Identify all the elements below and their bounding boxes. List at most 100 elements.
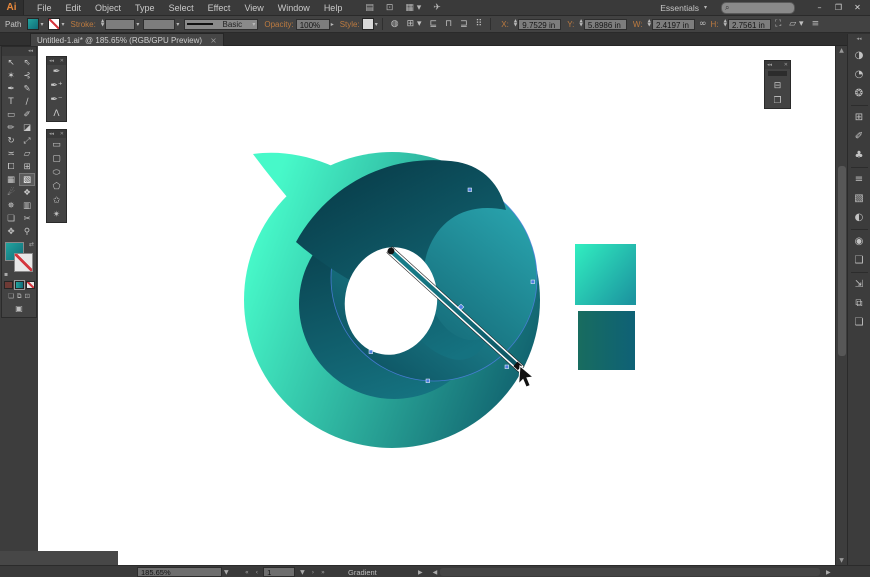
artboard-number-field[interactable]: 1 bbox=[263, 567, 295, 577]
brush-definition-dropdown[interactable]: Basic ▾ bbox=[184, 19, 258, 30]
chevron-right-icon[interactable]: ▸ bbox=[331, 21, 334, 28]
brushes-panel-icon[interactable]: ✐ bbox=[849, 127, 870, 146]
tab-close-icon[interactable]: × bbox=[210, 36, 217, 45]
lasso-tool[interactable]: ⊰ bbox=[19, 69, 35, 82]
status-next-icon[interactable]: ▶ bbox=[416, 569, 425, 576]
line-segment-tool[interactable]: ∕ bbox=[19, 95, 35, 108]
dock-expand-button[interactable]: ◂◂ bbox=[848, 34, 870, 46]
gradient-tool[interactable]: ▧ bbox=[19, 173, 35, 186]
flare-tool[interactable]: ✴ bbox=[47, 208, 66, 222]
rectangle-tool[interactable]: ▭ bbox=[3, 108, 19, 121]
panel-grip[interactable] bbox=[768, 71, 787, 76]
document-tab[interactable]: Untitled-1.ai* @ 185.65% (RGB/GPU Previe… bbox=[30, 33, 224, 46]
x-field[interactable]: 9.7529 in bbox=[518, 19, 561, 30]
artboard-tool[interactable]: ❏ bbox=[3, 212, 19, 225]
stroke-weight-field[interactable] bbox=[105, 19, 135, 30]
application-layout-icon[interactable]: ▦ ▾ bbox=[405, 3, 421, 13]
menu-edit[interactable]: Edit bbox=[59, 3, 89, 13]
symbols-panel-icon[interactable]: ♣ bbox=[849, 146, 870, 165]
y-field[interactable]: 5.8986 in bbox=[584, 19, 627, 30]
selection-tool[interactable]: ↖ bbox=[3, 56, 19, 69]
align-right-icon[interactable]: ⊒ bbox=[460, 19, 468, 29]
style-swatch[interactable] bbox=[362, 18, 374, 30]
polygon-tool[interactable]: ⬠ bbox=[47, 180, 66, 194]
width-tool[interactable]: ≍ bbox=[3, 147, 19, 160]
menu-file[interactable]: File bbox=[30, 3, 59, 13]
restore-button[interactable]: ❐ bbox=[830, 2, 847, 14]
star-tool[interactable]: ✩ bbox=[47, 194, 66, 208]
scroll-down-icon[interactable]: ▼ bbox=[836, 557, 847, 564]
w-stepper[interactable]: ▲▼ bbox=[648, 20, 651, 29]
gpu-performance-icon[interactable]: ✈ bbox=[433, 3, 441, 13]
menu-type[interactable]: Type bbox=[128, 3, 162, 13]
x-stepper[interactable]: ▲▼ bbox=[514, 20, 517, 29]
draw-behind-mode[interactable]: ⧉ bbox=[17, 292, 22, 301]
collapse-icon[interactable]: ◂◂ bbox=[767, 62, 772, 68]
color-panel-icon[interactable]: ◑ bbox=[849, 46, 870, 65]
none-button[interactable] bbox=[26, 281, 35, 289]
delete-anchor-point-tool[interactable]: ✒⁻ bbox=[47, 93, 66, 107]
swatches-panel-icon[interactable]: ⊞ bbox=[849, 108, 870, 127]
paintbrush-tool[interactable]: ✐ bbox=[19, 108, 35, 121]
first-artboard-button[interactable]: « bbox=[243, 569, 251, 576]
graphic-styles-icon[interactable]: ❑ bbox=[849, 251, 870, 270]
transparency-panel-icon[interactable]: ◐ bbox=[849, 208, 870, 227]
column-graph-tool[interactable]: ▥ bbox=[19, 199, 35, 212]
zoom-dropdown-icon[interactable]: ▼ bbox=[222, 569, 231, 576]
export-panel-icon[interactable]: ⇲ bbox=[849, 275, 870, 294]
pen-tool[interactable]: ✒ bbox=[47, 65, 66, 79]
app-logo[interactable]: Ai bbox=[0, 0, 24, 15]
default-fill-stroke-icon[interactable]: ▪ bbox=[4, 271, 8, 278]
free-transform-tool[interactable]: ▱ bbox=[19, 147, 35, 160]
scale-tool[interactable]: ⤢ bbox=[19, 134, 35, 147]
recolor-artwork-icon[interactable]: ◍ bbox=[391, 19, 399, 29]
draw-inside-mode[interactable]: ⊡ bbox=[25, 292, 30, 301]
w-field[interactable]: 2.4197 in bbox=[652, 19, 695, 30]
swap-fill-stroke-icon[interactable]: ⇄ bbox=[29, 241, 34, 248]
canvas[interactable]: ◂◂ ✕ ✒✒⁺✒⁻Λ ◂◂ ✕ ▭▢⬭⬠✩✴ ◂◂ ✕ bbox=[38, 46, 835, 565]
close-icon[interactable]: ✕ bbox=[60, 58, 64, 64]
shear-icon[interactable]: ▱ ▾ bbox=[789, 19, 803, 29]
stroke-color-swatch[interactable] bbox=[48, 18, 60, 30]
shape-builder-tool[interactable]: ⧠ bbox=[3, 160, 19, 173]
previous-artboard-button[interactable]: ‹ bbox=[254, 569, 260, 576]
h-stepper[interactable]: ▲▼ bbox=[723, 20, 726, 29]
opacity-field[interactable]: 100% bbox=[296, 19, 330, 30]
color-guide-icon[interactable]: ◔ bbox=[849, 65, 870, 84]
zoom-level-field[interactable]: 185.65% bbox=[137, 567, 222, 577]
type-tool[interactable]: T bbox=[3, 95, 19, 108]
chevron-down-icon[interactable]: ▾ bbox=[136, 21, 139, 28]
next-artboard-button[interactable]: › bbox=[310, 569, 316, 576]
symbol-sprayer-tool[interactable]: ✵ bbox=[3, 199, 19, 212]
zoom-tool[interactable]: ⚲ bbox=[19, 225, 35, 238]
stroke-panel-icon[interactable]: ≡ bbox=[849, 170, 870, 189]
rectangle-tool[interactable]: ▭ bbox=[47, 138, 66, 152]
constrain-proportions-icon[interactable]: ∞ bbox=[699, 19, 707, 29]
collapse-icon[interactable]: ◂◂ bbox=[49, 58, 54, 64]
close-icon[interactable]: ✕ bbox=[60, 131, 64, 137]
magic-wand-tool[interactable]: ✶ bbox=[3, 69, 19, 82]
menu-effect[interactable]: Effect bbox=[201, 3, 238, 13]
menu-object[interactable]: Object bbox=[88, 3, 128, 13]
close-icon[interactable]: ✕ bbox=[784, 62, 788, 68]
workspace-switcher[interactable]: Essentials ▾ bbox=[660, 3, 707, 13]
toolbox-collapse-button[interactable]: ◂◂ bbox=[2, 47, 36, 56]
chevron-down-icon[interactable]: ▾ bbox=[61, 21, 64, 28]
color-button[interactable] bbox=[4, 281, 13, 289]
eyedropper-tool[interactable]: ☄ bbox=[3, 186, 19, 199]
add-anchor-point-tool[interactable]: ✒⁺ bbox=[47, 79, 66, 93]
hscroll-left-icon[interactable]: ◀ bbox=[431, 569, 440, 576]
hand-tool[interactable]: ✥ bbox=[3, 225, 19, 238]
gradient-panel-icon[interactable]: ▧ bbox=[849, 189, 870, 208]
artboard-dropdown-icon[interactable]: ▼ bbox=[298, 569, 307, 576]
align-center-icon[interactable]: ⊓ bbox=[445, 19, 452, 29]
eraser-tool[interactable]: ◪ bbox=[19, 121, 35, 134]
perspective-grid-tool[interactable]: ⊞ bbox=[19, 160, 35, 173]
curvature-tool[interactable]: ✎ bbox=[19, 82, 35, 95]
chevron-down-icon[interactable]: ▾ bbox=[176, 21, 179, 28]
direct-selection-tool[interactable]: ⇖ bbox=[19, 56, 35, 69]
pencil-tool[interactable]: ✏ bbox=[3, 121, 19, 134]
collapse-icon[interactable]: ◂◂ bbox=[49, 131, 54, 137]
transform-panel-icon[interactable]: ⊟ bbox=[765, 78, 790, 93]
screen-mode-button[interactable]: ▣ bbox=[2, 301, 36, 317]
